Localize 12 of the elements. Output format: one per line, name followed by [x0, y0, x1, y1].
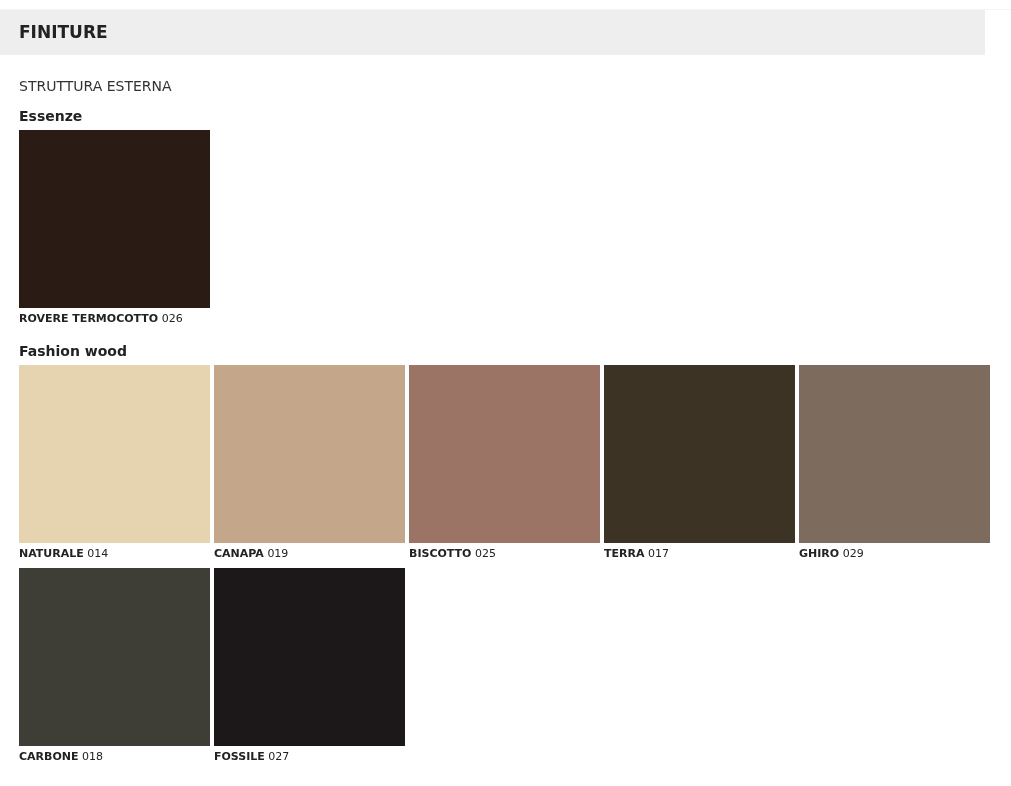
group-title: Fashion wood: [19, 342, 128, 361]
swatch-label: BISCOTTO 025: [409, 546, 497, 562]
swatch-label: CARBONE 018: [19, 749, 104, 765]
section-title: STRUTTURA ESTERNA: [19, 77, 173, 96]
swatch-label: CANAPA 019: [214, 546, 290, 562]
swatch-label: ROVERE TERMOCOTTO 026: [19, 311, 184, 327]
group-title: Essenze: [19, 107, 84, 126]
swatch-label: FOSSILE 027: [214, 749, 291, 765]
swatch-label: TERRA 017: [604, 546, 670, 562]
swatch-label: NATURALE 014: [19, 546, 110, 562]
swatch-label: GHIRO 029: [799, 546, 865, 562]
page-title: FINITURE: [19, 20, 108, 44]
